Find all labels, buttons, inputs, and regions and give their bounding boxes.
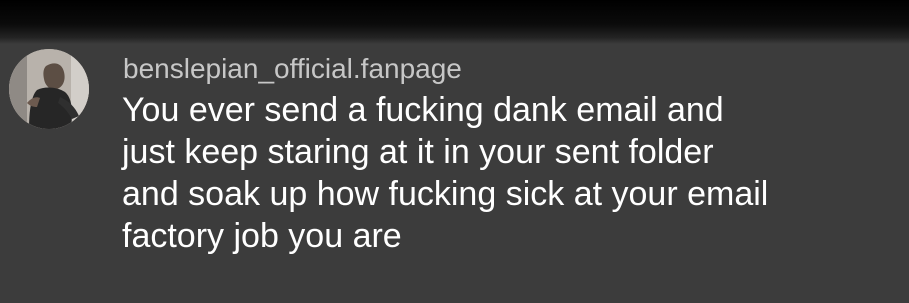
comment-text-line: You ever send a fucking dank email and [122,91,724,129]
avatar[interactable] [9,49,89,129]
comment-text-line: and soak up how fucking sick at your ema… [122,175,769,213]
profile-photo-avatar-icon [9,49,89,129]
comment-screenshot: benslepian_official.fanpage You ever sen… [0,0,909,303]
comment-text-line: factory job you are [122,217,402,255]
comment-text-line: just keep staring at it in your sent fol… [122,133,714,171]
comment-item: benslepian_official.fanpage You ever sen… [0,44,909,303]
top-dark-band [0,0,909,44]
username[interactable]: benslepian_official.fanpage [123,52,462,86]
comment-text: You ever send a fucking dank email and j… [122,89,902,257]
